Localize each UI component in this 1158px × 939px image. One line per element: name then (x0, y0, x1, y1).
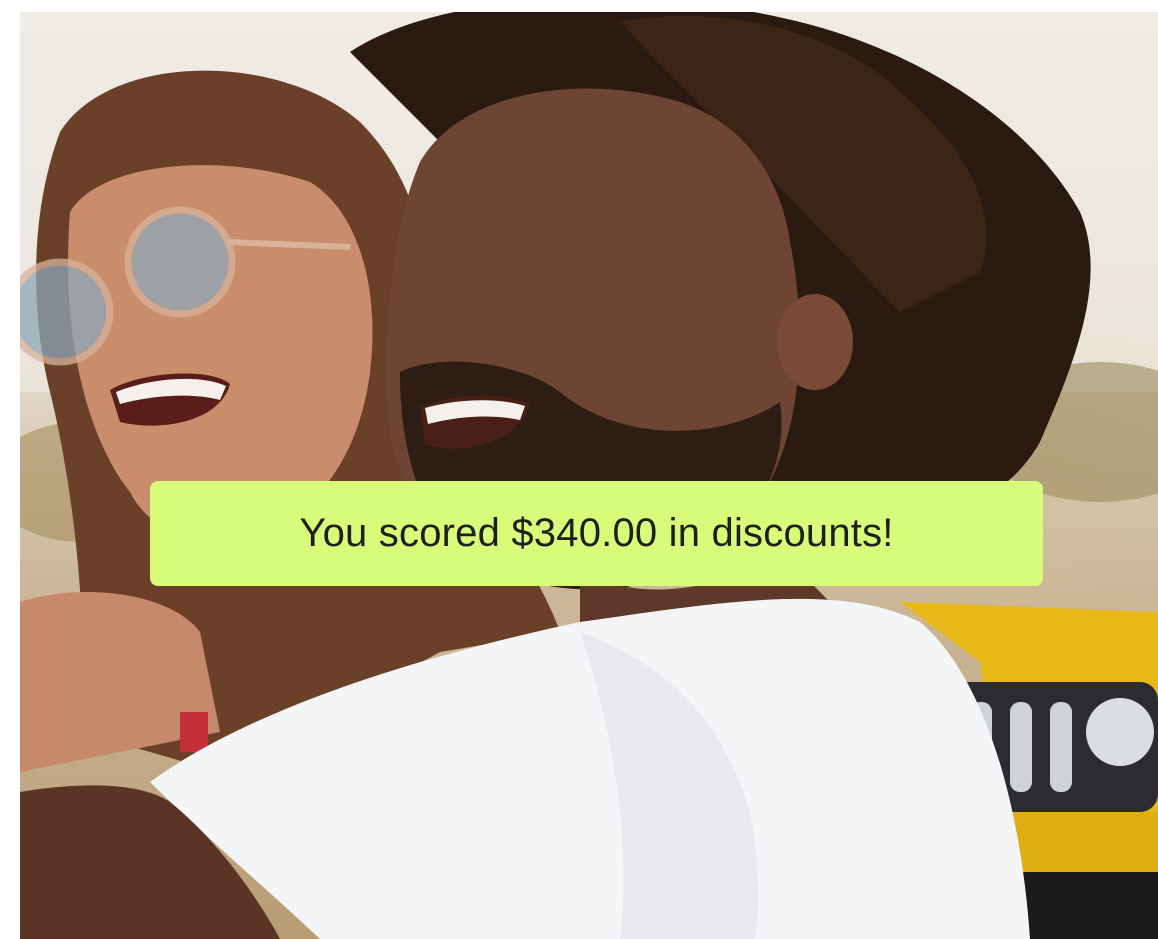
hero-photo: You scored $340.00 in discounts! (20, 12, 1158, 939)
discount-banner: You scored $340.00 in discounts! (150, 481, 1043, 586)
couple-photo-illustration (20, 12, 1158, 939)
discount-message: You scored $340.00 in discounts! (299, 511, 894, 555)
page-frame: You scored $340.00 in discounts! (0, 0, 1158, 939)
